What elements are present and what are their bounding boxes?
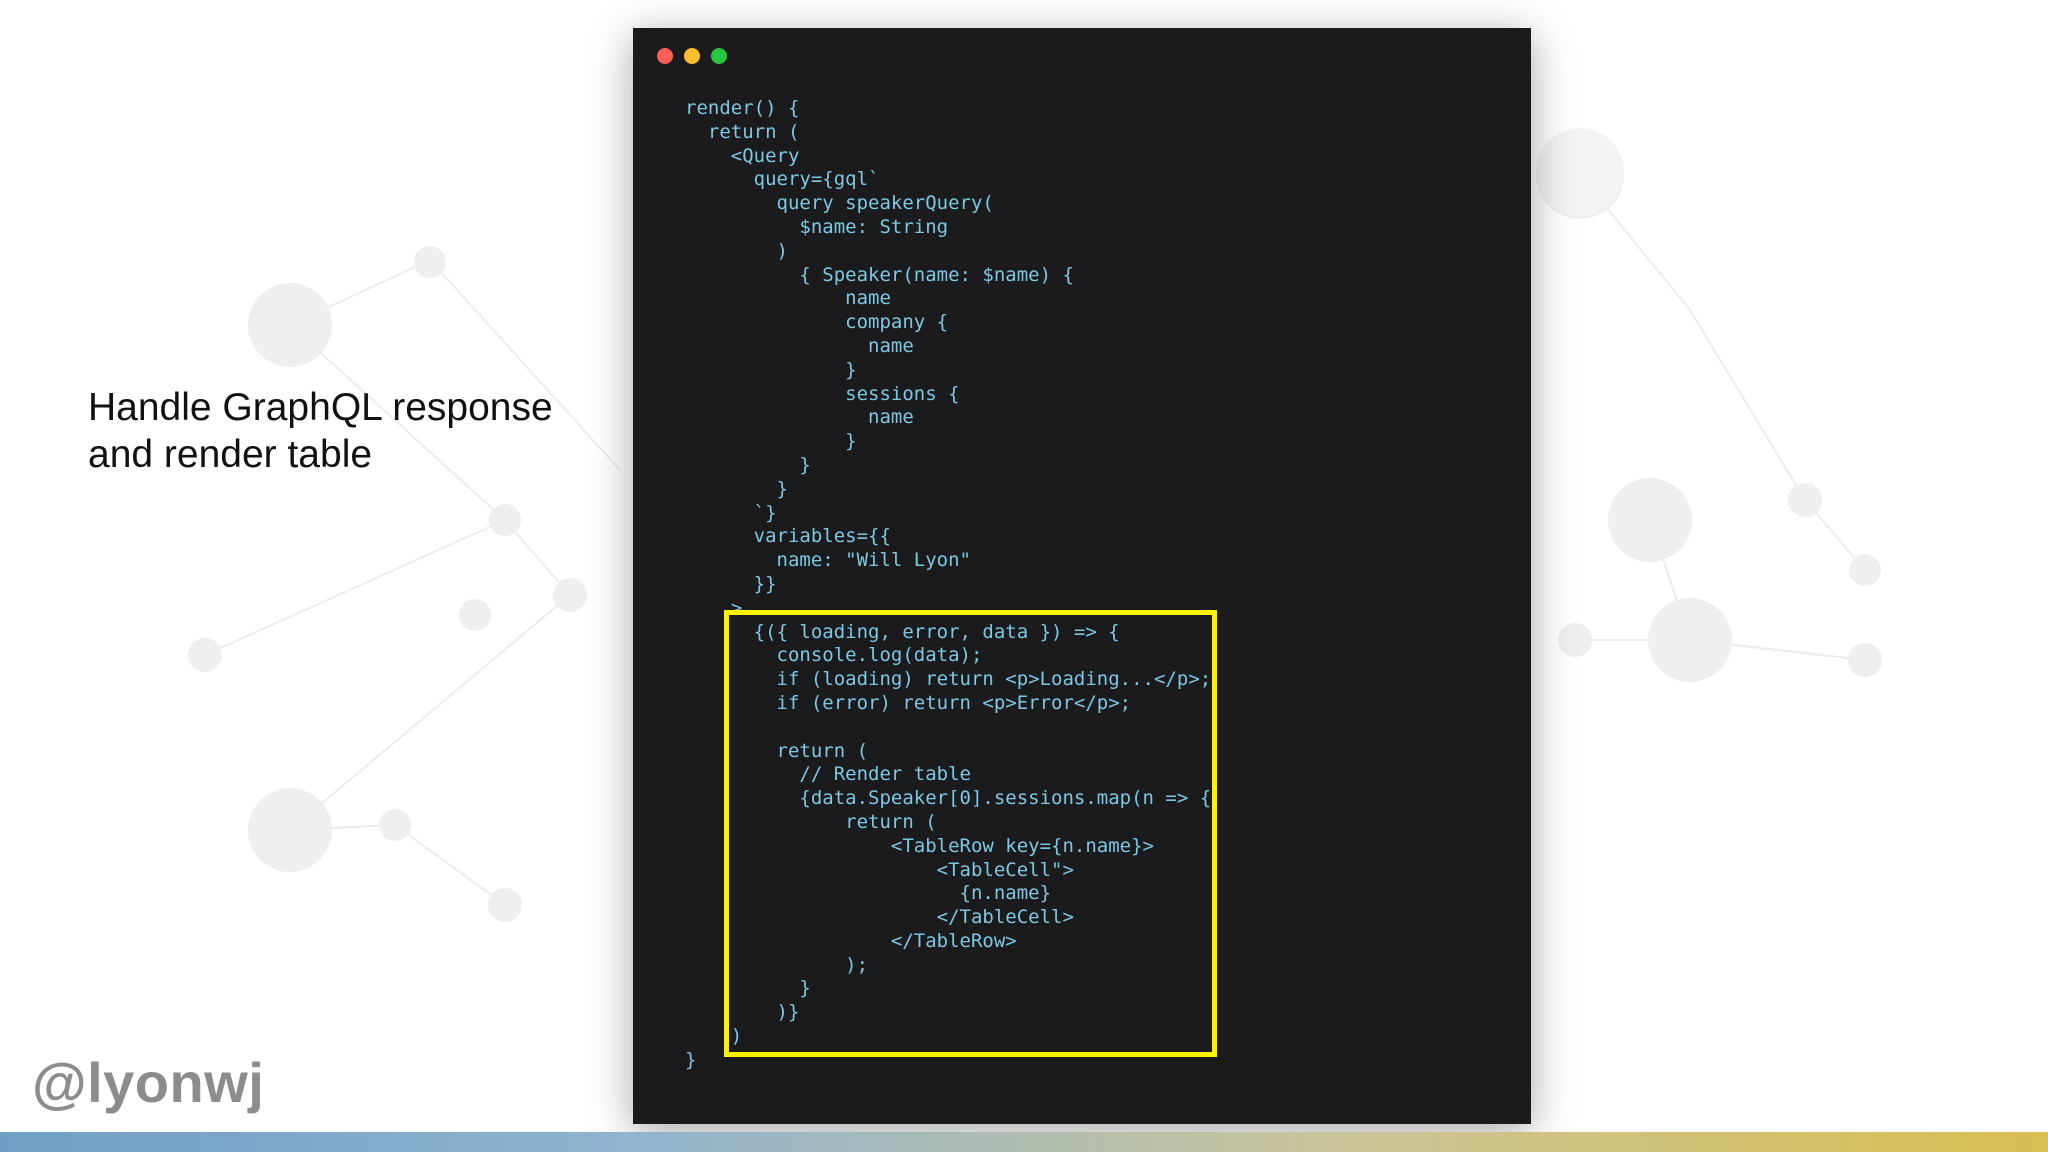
- code-line: }}: [685, 572, 777, 595]
- code-line: }: [685, 358, 857, 381]
- code-line: return (: [685, 120, 800, 143]
- code-line: ): [685, 239, 788, 262]
- code-line: name: [685, 334, 914, 357]
- code-line: }: [685, 453, 811, 476]
- code-line: { Speaker(name: $name) {: [685, 263, 1074, 286]
- code-line: variables={{: [685, 525, 891, 548]
- code-line: sessions {: [685, 382, 960, 405]
- code-line: render() {: [685, 97, 800, 119]
- minimize-dot-icon[interactable]: [684, 48, 700, 64]
- bottom-gradient-bar: [0, 1132, 2048, 1152]
- code-line: `}: [685, 501, 777, 524]
- highlight-box: [724, 610, 1217, 1057]
- code-line: name: [685, 287, 891, 310]
- code-window: render() { return ( <Query query={gql` q…: [633, 28, 1531, 1124]
- slide-headline: Handle GraphQL response and render table: [88, 384, 608, 478]
- code-line: $name: String: [685, 215, 949, 238]
- headline-line-2: and render table: [88, 433, 373, 476]
- code-line: name: [685, 406, 914, 429]
- close-dot-icon[interactable]: [657, 48, 673, 64]
- code-line: }: [685, 477, 788, 500]
- code-line: query={gql`: [685, 168, 880, 191]
- code-line: }: [685, 430, 857, 453]
- code-line: company {: [685, 311, 949, 334]
- code-line: query speakerQuery(: [685, 192, 994, 215]
- maximize-dot-icon[interactable]: [711, 48, 727, 64]
- window-controls: [657, 48, 727, 64]
- code-line: name: "Will Lyon": [685, 549, 971, 572]
- twitter-handle: @lyonwj: [32, 1051, 265, 1114]
- headline-line-1: Handle GraphQL response: [88, 386, 553, 429]
- code-line: <Query: [685, 144, 800, 167]
